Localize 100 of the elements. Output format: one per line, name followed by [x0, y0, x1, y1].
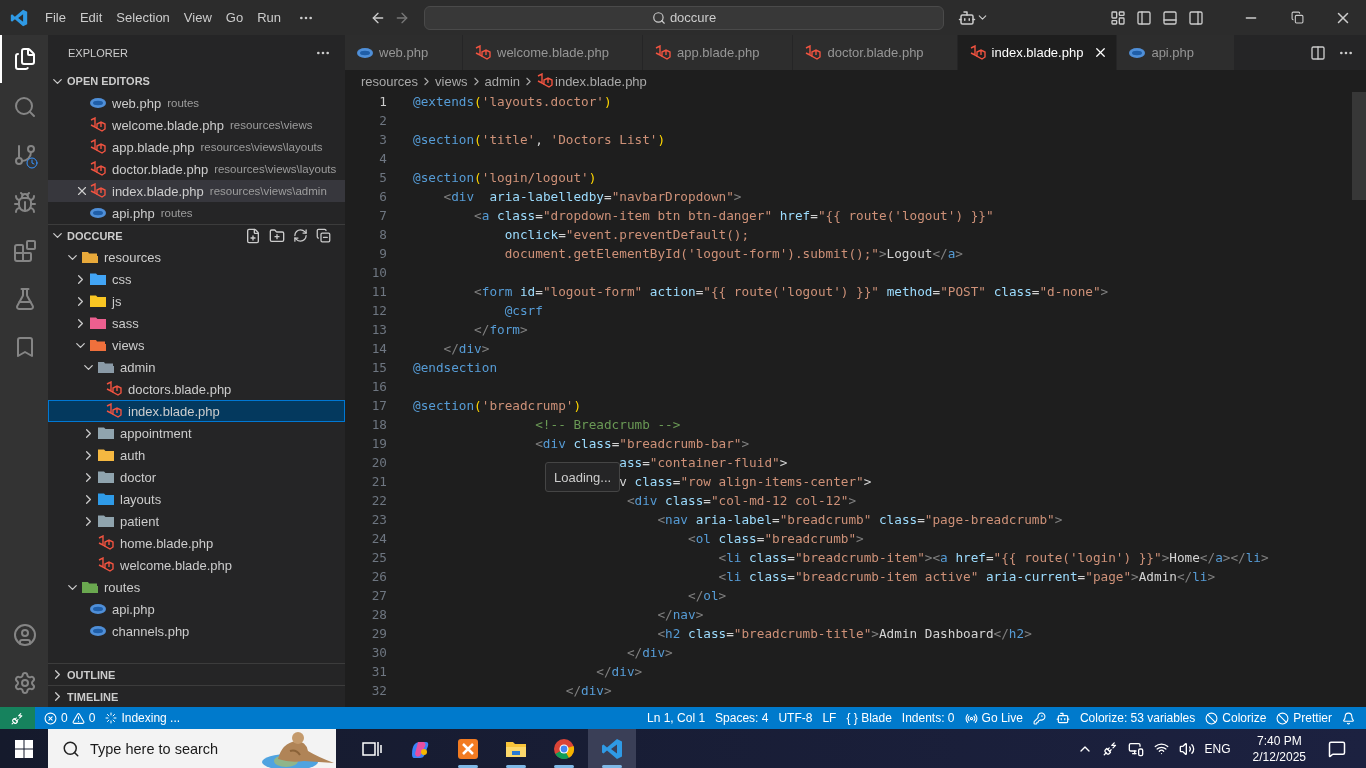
open-editor-item[interactable]: welcome.blade.php resources\views	[48, 114, 345, 136]
collapse-icon[interactable]	[316, 227, 331, 243]
round-logo-icon[interactable]	[553, 737, 575, 760]
search-icon[interactable]	[13, 95, 37, 119]
tree-item[interactable]: doctors.blade.php	[48, 378, 345, 400]
line-number: 27	[370, 588, 387, 603]
tree-item[interactable]: welcome.blade.php	[48, 554, 345, 576]
devices-icon[interactable]	[1127, 740, 1144, 757]
breadcrumb-item[interactable]: index.blade.php	[555, 73, 647, 89]
code-line: <div class="breadcrumb-bar">	[535, 436, 750, 451]
panel-right-icon[interactable]	[1188, 9, 1204, 26]
search-field[interactable]: Type here to search	[48, 729, 336, 768]
windows-logo-icon[interactable]	[15, 739, 33, 758]
open-editor-item[interactable]: index.blade.php resources\views\admin	[48, 180, 345, 202]
editor-tab[interactable]: doctor.blade.php	[793, 35, 958, 70]
code-line: onclick="event.preventDefault();	[504, 227, 750, 242]
tree-item[interactable]: views	[48, 334, 345, 356]
open-editor-item[interactable]: doctor.blade.php resources\views\layouts	[48, 158, 345, 180]
menu-item[interactable]: Selection	[109, 10, 177, 25]
status-item[interactable]: LF	[817, 711, 842, 725]
editor-tab[interactable]: web.php	[345, 35, 463, 70]
task-view-icon[interactable]	[362, 739, 382, 758]
status-item[interactable]: UTF-8	[773, 711, 818, 725]
status-item[interactable]: { } Blade	[841, 711, 897, 725]
extensions-icon[interactable]	[13, 239, 37, 263]
app-tile-icon[interactable]	[457, 737, 479, 760]
panel-left-icon[interactable]	[1136, 9, 1152, 26]
status-item[interactable]: Indents: 0	[896, 711, 960, 725]
tree-item[interactable]: home.blade.php	[48, 532, 345, 554]
menu-item[interactable]: Edit	[72, 10, 110, 25]
layout-icon[interactable]	[1110, 9, 1126, 26]
section-header[interactable]: DOCCURE	[48, 224, 345, 246]
go-live-button[interactable]: Go Live	[959, 711, 1028, 725]
breadcrumb-item[interactable]: admin	[484, 73, 520, 89]
menu-item[interactable]: File	[38, 10, 73, 25]
tree-item[interactable]: sass	[48, 312, 345, 334]
tree-item[interactable]: appointment	[48, 422, 345, 444]
search-icon	[62, 739, 80, 758]
files-icon[interactable]	[13, 47, 37, 71]
power-icon[interactable]	[1102, 741, 1118, 756]
new-file-icon[interactable]	[245, 227, 261, 244]
open-editor-item[interactable]: app.blade.php resources\views\layouts	[48, 136, 345, 158]
search-field[interactable]: doccure	[424, 5, 944, 30]
tree-item[interactable]: patient	[48, 510, 345, 532]
menu-item[interactable]: View	[176, 10, 219, 25]
close-icon[interactable]	[75, 184, 89, 198]
panel-title: EXPLORER	[68, 46, 128, 59]
breadcrumb-item[interactable]: views	[435, 73, 468, 89]
tree-item[interactable]: routes	[48, 576, 345, 598]
bell-icon[interactable]	[1342, 711, 1355, 725]
menu-item[interactable]: Go	[218, 10, 251, 25]
split-editor-icon[interactable]	[1310, 44, 1326, 61]
problems-button[interactable]: 0 0	[39, 711, 101, 725]
restore-icon[interactable]	[1290, 11, 1304, 24]
tree-item[interactable]: channels.php	[48, 620, 345, 642]
tree-item[interactable]: index.blade.php	[48, 400, 345, 422]
tree-item[interactable]: auth	[48, 444, 345, 466]
tree-item[interactable]: layouts	[48, 488, 345, 510]
status-item[interactable]: Colorize: 53 variables	[1074, 711, 1201, 725]
scrollbar-thumb[interactable]	[1352, 92, 1366, 200]
key-icon[interactable]	[1032, 711, 1046, 725]
menu-item[interactable]: Run	[250, 10, 288, 25]
wifi-icon[interactable]	[1153, 741, 1169, 756]
code-logo-icon[interactable]	[601, 737, 623, 760]
robot-icon[interactable]	[958, 8, 976, 27]
status-item[interactable]: Colorize	[1200, 711, 1272, 725]
tree-item[interactable]: admin	[48, 356, 345, 378]
section-header[interactable]: OUTLINE	[48, 663, 345, 685]
notifications-icon[interactable]	[1328, 739, 1346, 758]
robot-icon[interactable]	[1055, 711, 1070, 725]
flask-icon[interactable]	[13, 287, 37, 311]
status-item[interactable]: Ln 1, Col 1	[642, 711, 711, 725]
status-item[interactable]: Prettier	[1271, 711, 1337, 725]
editor-tab[interactable]: welcome.blade.php	[463, 35, 644, 70]
volume-icon[interactable]	[1178, 740, 1195, 757]
remote-button[interactable]	[0, 707, 35, 729]
code-line: @csrf	[504, 303, 543, 318]
status-item[interactable]: Indexing ...	[100, 711, 186, 725]
language-indicator[interactable]: ENG	[1204, 741, 1231, 756]
code-line: </nav>	[657, 607, 704, 622]
tree-item[interactable]: resources	[48, 246, 345, 268]
editor-tab[interactable]: index.blade.php	[957, 35, 1118, 70]
breadcrumb-item[interactable]: resources	[361, 73, 419, 89]
open-editor-item[interactable]: api.php routes	[48, 202, 345, 224]
new-folder-icon[interactable]	[269, 227, 285, 244]
account-icon[interactable]	[13, 623, 37, 647]
tree-item[interactable]: api.php	[48, 598, 345, 620]
status-item[interactable]: Spaces: 4	[710, 711, 774, 725]
tree-item[interactable]: doctor	[48, 466, 345, 488]
bug-icon[interactable]	[13, 191, 37, 215]
panel-bottom-icon[interactable]	[1162, 9, 1178, 26]
refresh-icon[interactable]	[293, 227, 308, 243]
open-editor-item[interactable]: web.php routes	[48, 92, 345, 114]
editor-tab[interactable]: app.blade.php	[643, 35, 794, 70]
tree-item[interactable]: css	[48, 268, 345, 290]
settings-icon[interactable]	[13, 671, 37, 695]
tree-item[interactable]: js	[48, 290, 345, 312]
branch-icon[interactable]	[13, 143, 37, 167]
editor-tab[interactable]: api.php	[1117, 35, 1236, 70]
section-header[interactable]: OPEN EDITORS	[48, 70, 345, 92]
